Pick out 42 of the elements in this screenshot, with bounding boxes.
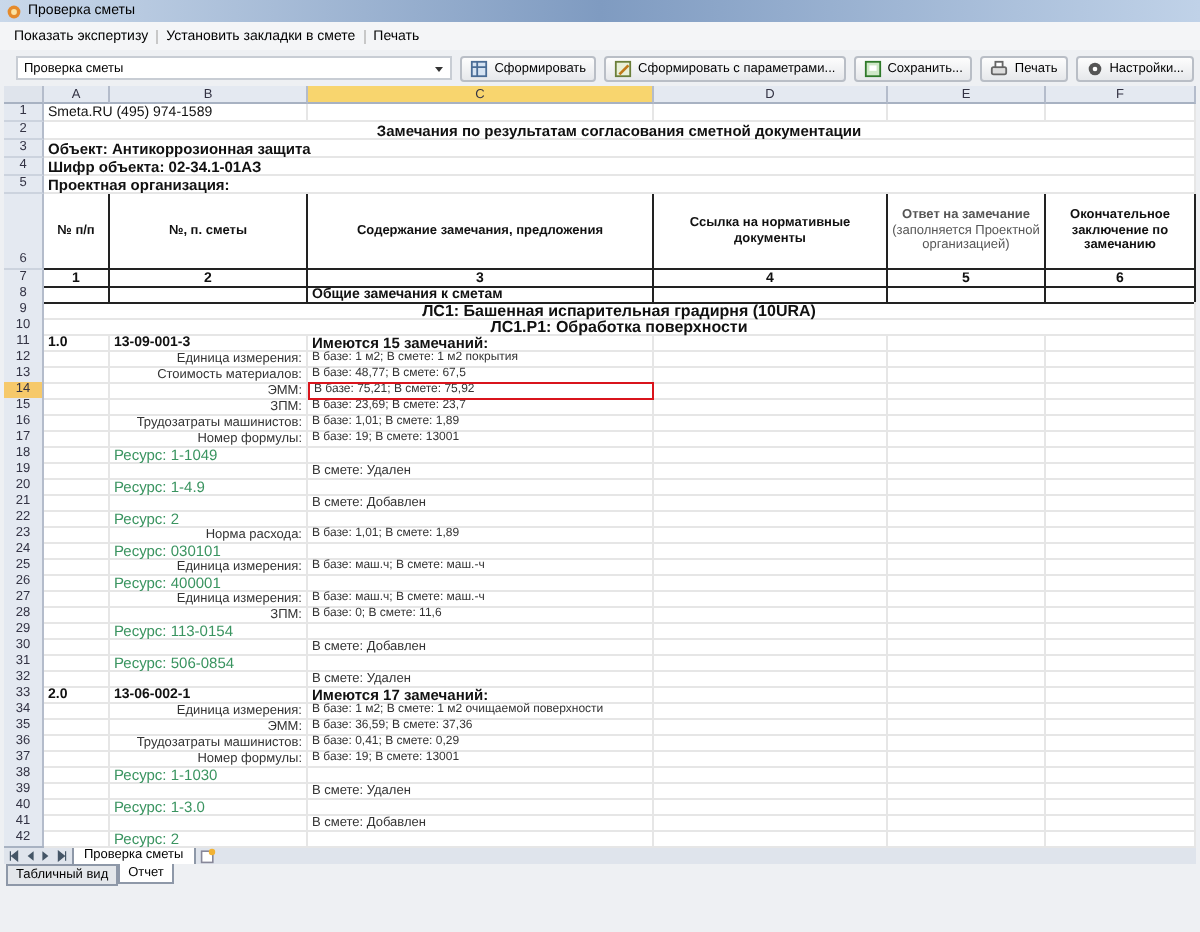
grid-cell <box>44 462 110 480</box>
table-icon <box>470 59 489 77</box>
grid-cell <box>44 478 110 496</box>
grid-cell <box>44 542 110 560</box>
grid-cell <box>44 622 110 640</box>
grid-cell <box>44 734 110 752</box>
grid-cell <box>44 718 110 736</box>
grid-cell <box>44 510 110 528</box>
grid-cell <box>44 606 110 624</box>
grid-cell <box>44 574 110 592</box>
last-sheet-icon <box>56 850 68 862</box>
grid-cell <box>44 366 110 384</box>
section-title: ЛС1: Башенная испарительная градирня (10URA) <box>44 302 1196 320</box>
grid-cell <box>44 638 110 656</box>
grid-cell <box>44 654 110 672</box>
grid-cell <box>44 814 110 832</box>
spreadsheet-save-icon <box>863 59 882 77</box>
grid-cell <box>44 558 110 576</box>
grid-cell <box>44 350 110 368</box>
grid-cell <box>44 430 110 448</box>
grid-cell <box>44 494 110 512</box>
grid-cell <box>44 766 110 784</box>
grid-cell <box>44 702 110 720</box>
grid-cell <box>44 414 110 432</box>
grid-cell <box>44 398 110 416</box>
app-icon <box>6 3 22 19</box>
grid-cell <box>44 286 110 304</box>
grid-cell <box>44 750 110 768</box>
grid-cell <box>44 526 110 544</box>
grid-cell <box>44 590 110 608</box>
section-title: ЛС1.Р1: Обработка поверхности <box>44 318 1196 336</box>
grid-cell <box>44 446 110 464</box>
select-all-corner[interactable] <box>4 86 44 104</box>
table-pencil-icon <box>614 59 633 77</box>
settings-icon <box>1085 59 1104 77</box>
caret-icon <box>434 63 445 73</box>
grid-cell <box>44 670 110 688</box>
grid-cell <box>44 798 110 816</box>
printer-icon <box>990 59 1009 77</box>
first-sheet-icon <box>8 850 20 862</box>
grid-cell <box>44 782 110 800</box>
grid-cell <box>44 382 110 400</box>
